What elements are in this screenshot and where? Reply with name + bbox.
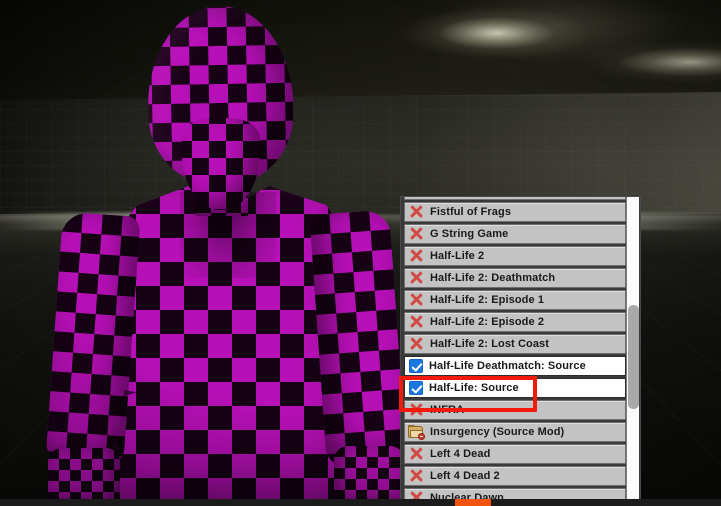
list-item-label: Fistful of Frags: [430, 205, 512, 218]
list-item-label: Half-Life Deathmatch: Source: [429, 359, 586, 372]
list-item[interactable]: Half-Life Deathmatch: Source: [404, 356, 626, 376]
list-item-label: Left 4 Dead: [430, 447, 491, 460]
blue-checkbox-icon[interactable]: [409, 381, 423, 395]
list-item[interactable]: G String Game: [404, 224, 626, 244]
list-item[interactable]: Half-Life 2: [404, 246, 626, 266]
list-item-label: Half-Life 2: Deathmatch: [430, 271, 556, 284]
table-row[interactable]: [404, 197, 626, 200]
games-list[interactable]: Fistful of Frags G String Game Half-Life 2…: [402, 197, 628, 505]
list-item[interactable]: Fistful of Frags: [404, 202, 626, 222]
red-x-icon: [408, 270, 424, 286]
list-item[interactable]: Half-Life 2: Deathmatch: [404, 268, 626, 288]
list-scrollbar[interactable]: [626, 197, 639, 505]
list-item[interactable]: INFRA: [404, 400, 626, 420]
folder-icon: [408, 425, 425, 440]
list-item-label: Insurgency (Source Mod): [430, 425, 565, 438]
list-item[interactable]: Half-Life 2: Episode 1: [404, 290, 626, 310]
list-item[interactable]: Half-Life 2: Lost Coast: [404, 334, 626, 354]
model-left-hand: [48, 448, 120, 506]
mountable-games-panel[interactable]: Fistful of Frags G String Game Half-Life 2…: [400, 196, 641, 506]
red-x-icon: [408, 468, 424, 484]
red-x-icon: [408, 314, 424, 330]
red-x-icon: [408, 226, 424, 242]
model-right-arm: [309, 209, 407, 467]
list-item[interactable]: Half-Life 2: Episode 2: [404, 312, 626, 332]
list-item-label: Half-Life 2: Episode 2: [430, 315, 545, 328]
list-item-label: INFRA: [430, 403, 465, 416]
list-item-label: Half-Life 2: Episode 1: [430, 293, 545, 306]
list-item[interactable]: Left 4 Dead 2: [404, 466, 626, 486]
scrollbar-thumb[interactable]: [628, 305, 639, 409]
taskbar-active-item[interactable]: [455, 499, 491, 506]
red-x-icon: [408, 292, 424, 308]
list-item-label: Half-Life 2: Lost Coast: [430, 337, 550, 350]
screenshot-root: Fistful of Frags G String Game Half-Life 2…: [0, 0, 721, 506]
red-x-icon: [408, 446, 424, 462]
list-item-label: Half-Life 2: [430, 249, 485, 262]
red-x-icon: [408, 204, 424, 220]
list-item[interactable]: Half-Life: Source: [404, 378, 626, 398]
red-x-icon: [408, 248, 424, 264]
list-item-label: Left 4 Dead 2: [430, 469, 500, 482]
list-item[interactable]: Left 4 Dead: [404, 444, 626, 464]
taskbar[interactable]: [0, 499, 721, 506]
model-right-hand: [334, 446, 404, 506]
red-x-icon: [408, 336, 424, 352]
blue-checkbox-icon[interactable]: [409, 359, 423, 373]
list-item-label: G String Game: [430, 227, 509, 240]
list-item-label: Half-Life: Source: [429, 381, 519, 394]
red-x-icon: [408, 402, 424, 418]
list-item[interactable]: Insurgency (Source Mod): [404, 422, 626, 442]
